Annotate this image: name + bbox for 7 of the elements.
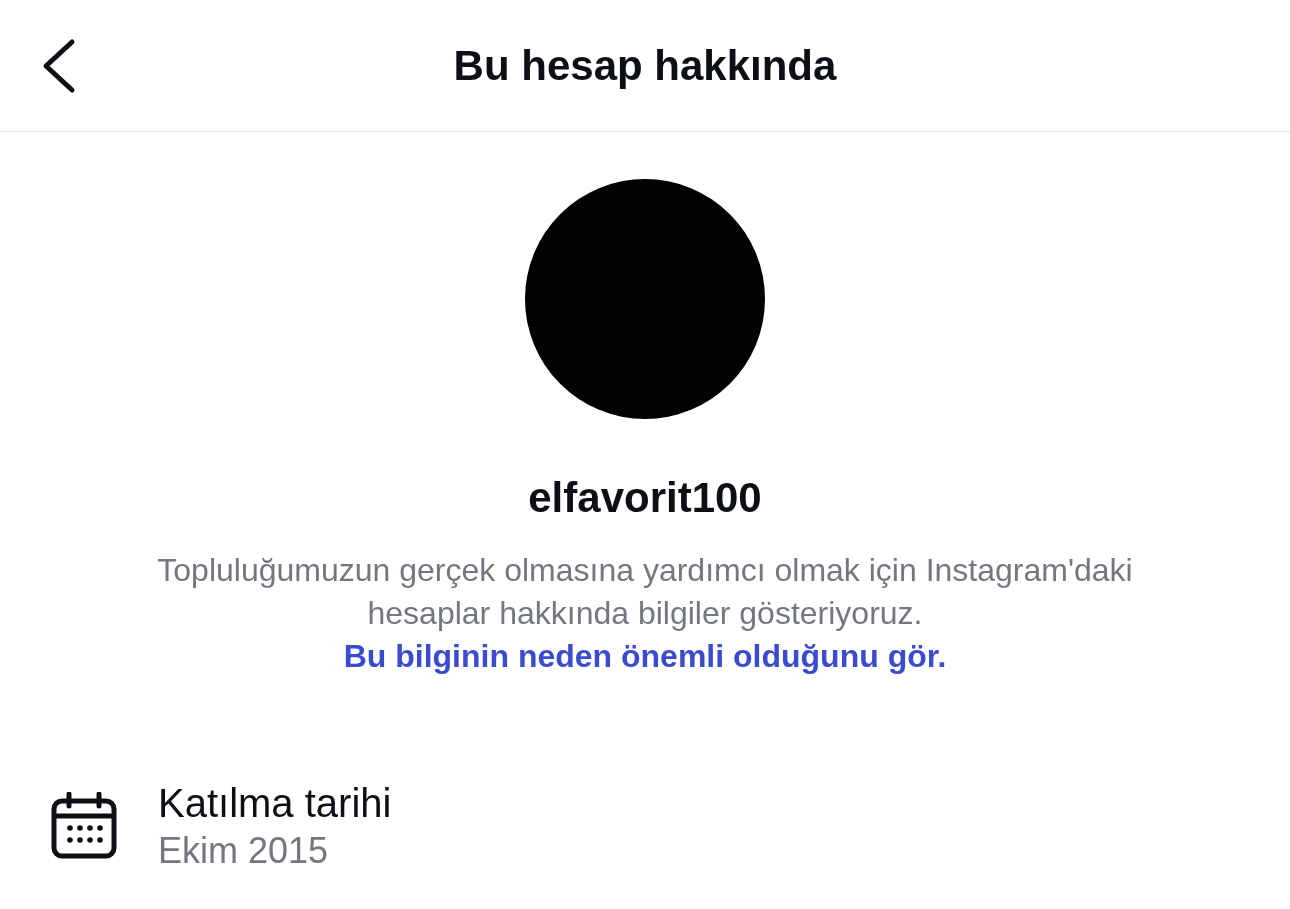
detail-label: Katılma tarihi — [158, 780, 392, 828]
detail-value: Ekim 2015 — [158, 829, 330, 874]
username: elfavorit100 — [528, 475, 762, 522]
calendar-icon — [50, 792, 118, 861]
page-title: Bu hesap hakkında — [453, 41, 837, 90]
info-paragraph: Topluluğumuzun gerçek olmasına yardımcı olmak için Instagram'daki hesaplar hakkında bilgiler gösteriyoruz. Bu bilginin neden önemli olduğunu gör. — [156, 551, 1134, 677]
info-link[interactable]: Bu bilginin neden önemli olduğunu gör. — [343, 638, 947, 675]
